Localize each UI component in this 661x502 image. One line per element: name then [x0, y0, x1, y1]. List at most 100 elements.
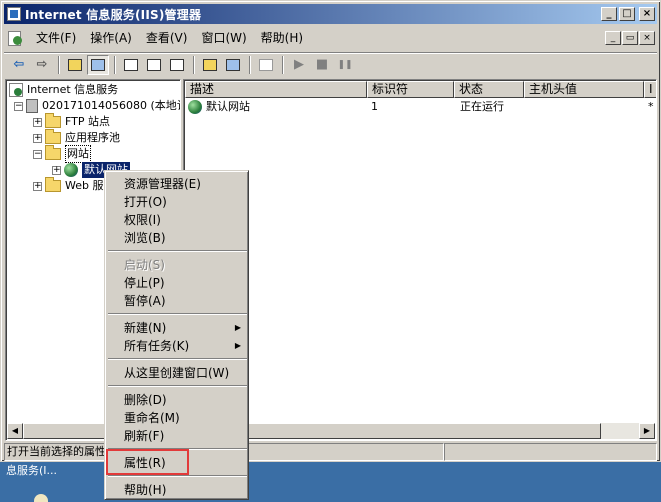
- globe-icon: [188, 99, 202, 114]
- toolbar-separator: [282, 55, 284, 74]
- tree-item-ftp-sites[interactable]: + FTP 站点: [33, 113, 110, 130]
- scroll-thumb[interactable]: [201, 423, 601, 439]
- up-one-level-button[interactable]: [64, 55, 86, 75]
- mdi-minimize-button[interactable]: _: [605, 31, 621, 45]
- close-button[interactable]: ×: [639, 7, 655, 21]
- column-header-description[interactable]: 描述: [185, 81, 367, 98]
- tree-item-web-service-extensions[interactable]: + Web 服: [33, 177, 103, 194]
- results-list[interactable]: 描述 标识符 状态 主机头值 I 默认网站 1 正在运行 * ◀ ▶: [183, 79, 657, 441]
- refresh-toolbar-button[interactable]: [143, 55, 165, 75]
- scroll-left-button[interactable]: ◀: [7, 423, 23, 439]
- menu-item-permissions[interactable]: 权限(I): [108, 211, 247, 229]
- submenu-arrow-icon: ▶: [234, 341, 241, 350]
- list-horizontal-scrollbar[interactable]: ◀ ▶: [185, 423, 655, 439]
- tree-item-server[interactable]: − 020171014056080 (本地计: [14, 98, 180, 114]
- tree-item-app-pools[interactable]: + 应用程序池: [33, 129, 120, 146]
- forward-button[interactable]: ⇨: [31, 55, 53, 75]
- menu-item-delete[interactable]: 删除(D): [108, 391, 247, 409]
- mdi-restore-button[interactable]: ▭: [622, 31, 638, 45]
- mmc-document-icon[interactable]: [7, 30, 23, 46]
- cell-ip: *: [648, 100, 654, 113]
- scroll-right-button[interactable]: ▶: [639, 423, 655, 439]
- properties-icon: [124, 58, 138, 71]
- pause-button[interactable]: ❚❚: [334, 55, 356, 75]
- menu-window[interactable]: 窗口(W): [194, 28, 253, 48]
- menu-item-new[interactable]: 新建(N) ▶: [108, 319, 247, 337]
- menu-help[interactable]: 帮助(H): [254, 28, 310, 48]
- show-hide-action-pane-button[interactable]: [222, 55, 244, 75]
- globe-icon: [64, 163, 78, 177]
- expand-toggle[interactable]: +: [33, 133, 42, 143]
- menu-item-pause[interactable]: 暂停(A): [108, 292, 247, 310]
- menu-separator: [108, 313, 247, 315]
- collapse-toggle[interactable]: −: [33, 149, 42, 159]
- expand-toggle[interactable]: +: [52, 165, 61, 175]
- maximize-button[interactable]: □: [619, 7, 635, 21]
- iis-manager-window: Internet 信息服务(IIS)管理器 _ □ × 文件(F) 操作(A) …: [0, 0, 661, 462]
- export-icon: [170, 58, 184, 71]
- menu-item-start[interactable]: 启动(S): [108, 256, 247, 274]
- help-icon: [203, 58, 217, 71]
- computer-button[interactable]: [255, 55, 277, 75]
- cell-description: 默认网站: [188, 98, 250, 115]
- menu-item-browse[interactable]: 浏览(B): [108, 229, 247, 247]
- expand-toggle[interactable]: +: [33, 117, 42, 127]
- menu-separator: [108, 250, 247, 252]
- action-pane-icon: [226, 58, 240, 71]
- tree-item-label: FTP 站点: [65, 115, 110, 128]
- properties-toolbar-button[interactable]: [120, 55, 142, 75]
- collapse-toggle[interactable]: −: [14, 101, 23, 111]
- back-button[interactable]: ⇦: [8, 55, 30, 75]
- arrow-left-icon: ⇦: [13, 57, 25, 72]
- tree-item-label: 应用程序池: [65, 131, 120, 144]
- column-header-host-header[interactable]: 主机头值: [524, 81, 644, 98]
- minimize-button[interactable]: _: [601, 7, 617, 21]
- window-title: Internet 信息服务(IIS)管理器: [25, 7, 202, 22]
- export-list-button[interactable]: [166, 55, 188, 75]
- toolbar-separator: [249, 55, 251, 74]
- iis-app-icon: [7, 7, 21, 21]
- arrow-right-icon: ⇨: [36, 57, 48, 72]
- menu-item-help[interactable]: 帮助(H): [108, 481, 247, 499]
- cell-identifier: 1: [371, 100, 378, 113]
- status-bar: 打开当前选择的属性: [4, 443, 657, 461]
- menu-item-properties[interactable]: 属性(R): [108, 454, 247, 472]
- column-header-identifier[interactable]: 标识符: [367, 81, 454, 98]
- cell-state: 正在运行: [460, 100, 504, 113]
- column-header-ip[interactable]: I: [644, 81, 656, 98]
- menu-item-refresh[interactable]: 刷新(F): [108, 427, 247, 445]
- menu-view[interactable]: 查看(V): [139, 28, 195, 48]
- menu-separator: [108, 358, 247, 360]
- mdi-close-button[interactable]: ×: [639, 31, 655, 45]
- start-button[interactable]: ▶: [288, 55, 310, 75]
- tree-item-websites[interactable]: − 网站: [33, 145, 91, 163]
- status-panel-3: [444, 443, 657, 461]
- help-toolbar-button[interactable]: [199, 55, 221, 75]
- menu-item-explorer[interactable]: 资源管理器(E): [108, 175, 247, 193]
- computer-icon: [259, 58, 273, 71]
- iis-icon: [9, 83, 23, 97]
- submenu-arrow-icon: ▶: [234, 323, 241, 332]
- tree-item-label: 网站: [65, 145, 91, 163]
- menu-item-rename[interactable]: 重命名(M): [108, 409, 247, 427]
- stop-button[interactable]: ■: [311, 55, 333, 75]
- menu-action[interactable]: 操作(A): [83, 28, 139, 48]
- expand-toggle[interactable]: +: [33, 181, 42, 191]
- tree-item-label: Internet 信息服务: [27, 83, 119, 96]
- refresh-icon: [147, 58, 161, 71]
- menu-separator: [108, 475, 247, 477]
- menu-item-new-window[interactable]: 从这里创建窗口(W): [108, 364, 247, 382]
- tree-item-iis-root[interactable]: Internet 信息服务: [9, 82, 118, 98]
- menu-item-open[interactable]: 打开(O): [108, 193, 247, 211]
- menu-item-all-tasks[interactable]: 所有任务(K) ▶: [108, 337, 247, 355]
- title-bar[interactable]: Internet 信息服务(IIS)管理器 _ □ ×: [4, 4, 657, 24]
- folder-icon: [45, 113, 61, 128]
- menu-item-label: 所有任务(K): [124, 339, 190, 353]
- menu-item-label: 新建(N): [124, 321, 167, 335]
- show-hide-console-tree-button[interactable]: [87, 54, 109, 75]
- menu-item-stop[interactable]: 停止(P): [108, 274, 247, 292]
- column-header-state[interactable]: 状态: [454, 81, 524, 98]
- folder-open-icon: [45, 145, 61, 160]
- menu-file[interactable]: 文件(F): [29, 28, 83, 48]
- console-tree-icon: [91, 58, 105, 71]
